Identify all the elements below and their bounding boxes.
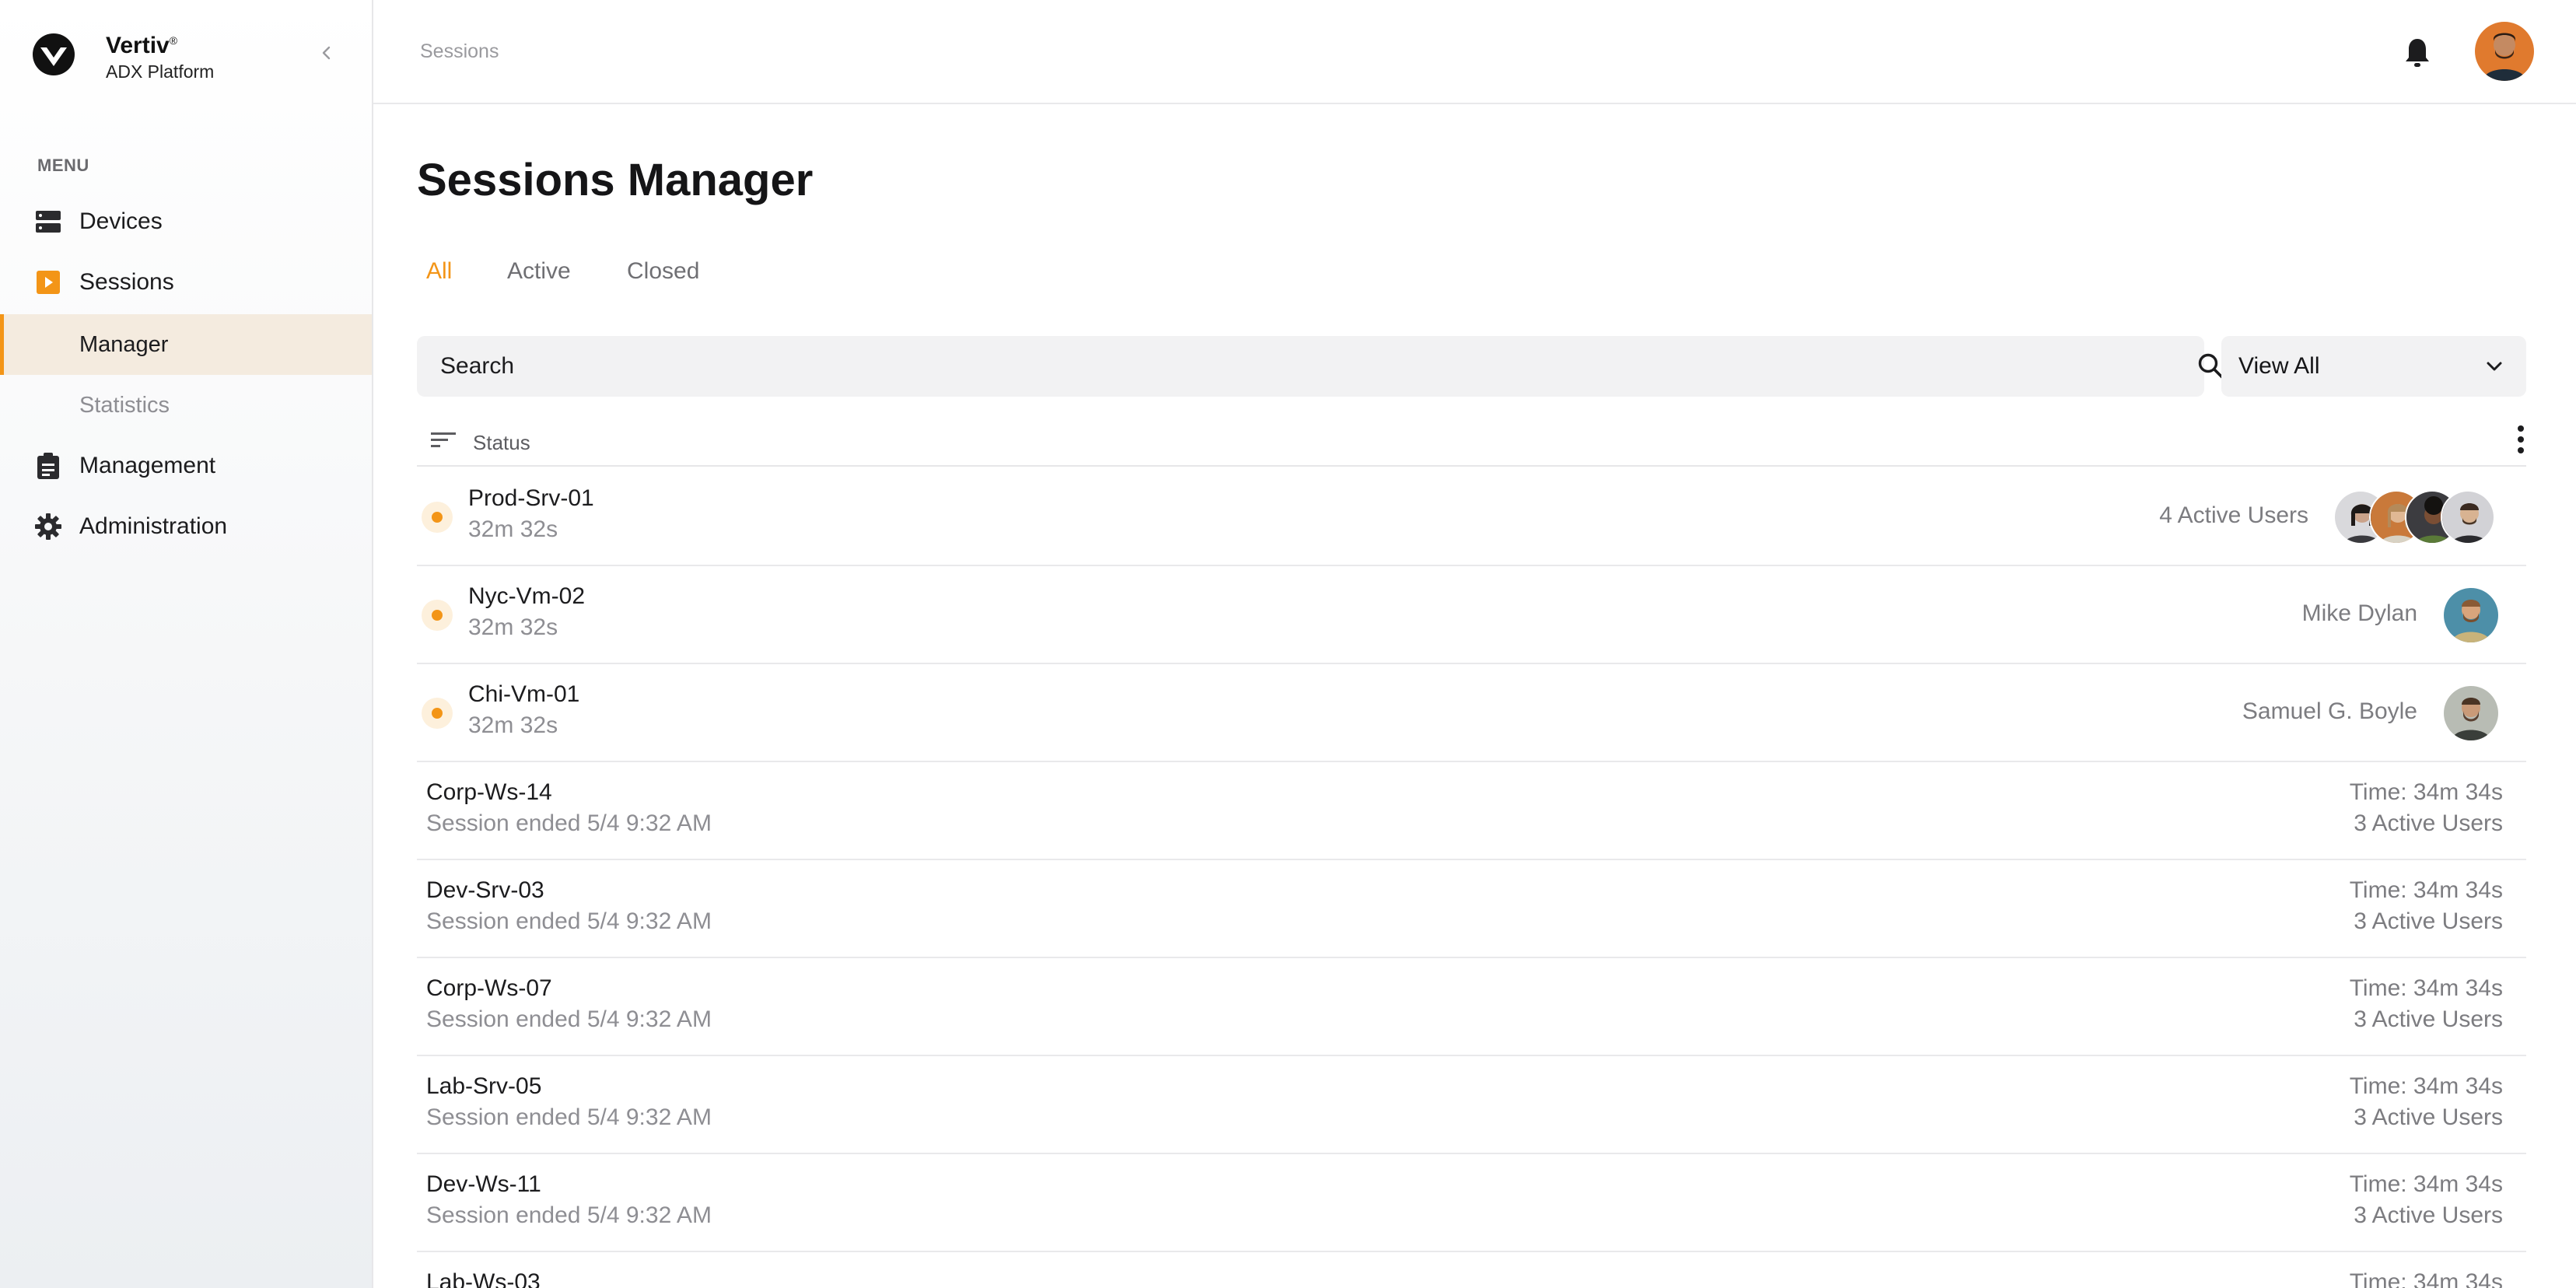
more-options-icon[interactable] [2509,423,2532,456]
session-users-count: 3 Active Users [2354,810,2503,836]
main-content: Sessions Manager All Active Closed View … [373,106,2576,1288]
sidebar-item-label: Manager [79,331,169,357]
session-time: Time: 34m 34s [2349,1073,2503,1099]
session-row[interactable]: Lab-Ws-03 Time: 34m 34s [417,1252,2526,1288]
session-row[interactable]: Lab-Srv-05 Session ended 5/4 9:32 AM Tim… [417,1056,2526,1154]
session-ended: Session ended 5/4 9:32 AM [426,1006,712,1032]
tab-active[interactable]: Active [507,258,571,285]
status-column-label[interactable]: Status [473,431,530,455]
sidebar-subitem-statistics[interactable]: Statistics [0,375,372,436]
session-name: Nyc-Vm-02 [468,583,586,609]
avatar-stack[interactable] [2333,490,2498,544]
sidebar-item-management[interactable]: Management [0,436,372,496]
sidebar-item-label: Devices [79,208,163,234]
session-users-count: 3 Active Users [2354,1104,2503,1130]
session-user-name: Samuel G. Boyle [2242,698,2417,724]
session-ended: Session ended 5/4 9:32 AM [426,1202,712,1228]
bell-icon [2406,39,2429,67]
page-title: Sessions Manager [417,155,814,205]
session-name: Chi-Vm-01 [468,681,580,707]
tab-closed[interactable]: Closed [627,258,699,285]
session-ended: Session ended 5/4 9:32 AM [426,810,712,836]
sidebar-subitem-manager[interactable]: Manager [0,314,372,375]
view-filter-select[interactable]: View All [2221,336,2526,397]
sidebar-item-administration[interactable]: Administration [0,496,372,557]
tab-all[interactable]: All [426,258,452,285]
breadcrumb[interactable]: Sessions [420,40,499,63]
session-ended: Session ended 5/4 9:32 AM [426,1104,712,1130]
server-icon [34,208,62,236]
session-ended: Session ended 5/4 9:32 AM [426,908,712,934]
gear-icon [34,513,62,541]
brand-name: Vertiv [106,32,170,58]
session-name: Prod-Srv-01 [468,485,594,511]
session-user-name: Mike Dylan [2301,600,2417,626]
registered-mark: ® [169,33,178,47]
brand[interactable]: Vertiv® ADX Platform [31,30,214,82]
session-users-count: 3 Active Users [2354,1006,2503,1032]
session-duration: 32m 32s [468,614,558,640]
play-square-icon [34,268,62,296]
session-name: Dev-Ws-11 [426,1171,541,1197]
session-time: Time: 34m 34s [2349,779,2503,805]
session-time: Time: 34m 34s [2349,975,2503,1001]
active-status-dot [422,698,453,729]
session-duration: 32m 32s [468,712,558,738]
user-avatar-icon [2475,22,2534,81]
sidebar-item-label: Statistics [79,392,170,418]
session-row[interactable]: Dev-Srv-03 Session ended 5/4 9:32 AM Tim… [417,860,2526,958]
chevron-left-icon [322,46,331,60]
list-header: Status [417,415,2526,467]
avatar[interactable] [2444,588,2498,642]
session-users-count: 3 Active Users [2354,1202,2503,1228]
user-avatar[interactable] [2475,22,2534,81]
session-row[interactable]: Dev-Ws-11 Session ended 5/4 9:32 AM Time… [417,1154,2526,1252]
search-box [417,336,2224,397]
collapse-sidebar-button[interactable] [314,40,339,65]
top-bar: Sessions [373,0,2576,104]
sidebar-item-label: Management [79,453,216,478]
sidebar: Vertiv® ADX Platform MENU Devices Sessio… [0,0,373,1288]
session-row[interactable]: Corp-Ws-07 Session ended 5/4 9:32 AM Tim… [417,958,2526,1056]
search-input[interactable] [440,336,2112,397]
session-name: Dev-Srv-03 [426,877,544,903]
sidebar-item-label: Administration [79,513,228,539]
session-row[interactable]: Corp-Ws-14 Session ended 5/4 9:32 AM Tim… [417,762,2526,860]
sidebar-item-devices[interactable]: Devices [0,191,372,252]
notifications-button[interactable] [2399,34,2436,72]
session-time: Time: 34m 34s [2349,1171,2503,1197]
session-time: Time: 34m 34s [2349,1269,2503,1288]
active-status-dot [422,600,453,631]
brand-subtitle: ADX Platform [106,61,215,82]
session-users-label: 4 Active Users [2159,502,2308,528]
avatar [2441,490,2495,544]
avatar[interactable] [2444,686,2498,740]
session-row[interactable]: Prod-Srv-01 32m 32s 4 Active Users [417,468,2526,566]
session-name: Corp-Ws-07 [426,975,552,1001]
sidebar-item-sessions[interactable]: Sessions [0,252,372,313]
session-name: Lab-Ws-03 [426,1269,541,1288]
view-filter-value: View All [2238,353,2320,379]
menu-label: MENU [37,156,89,175]
sidebar-item-label: Sessions [79,269,174,295]
session-users-count: 3 Active Users [2354,908,2503,934]
clipboard-icon [34,452,62,480]
vertiv-logo-icon [33,33,75,75]
session-name: Corp-Ws-14 [426,779,552,805]
active-status-dot [422,502,453,533]
chevron-down-icon [2487,362,2502,371]
session-name: Lab-Srv-05 [426,1073,542,1099]
session-time: Time: 34m 34s [2349,877,2503,903]
sort-icon[interactable] [429,426,457,454]
session-row[interactable]: Chi-Vm-01 32m 32s Samuel G. Boyle [417,664,2526,762]
session-row[interactable]: Nyc-Vm-02 32m 32s Mike Dylan [417,566,2526,664]
session-duration: 32m 32s [468,516,558,542]
